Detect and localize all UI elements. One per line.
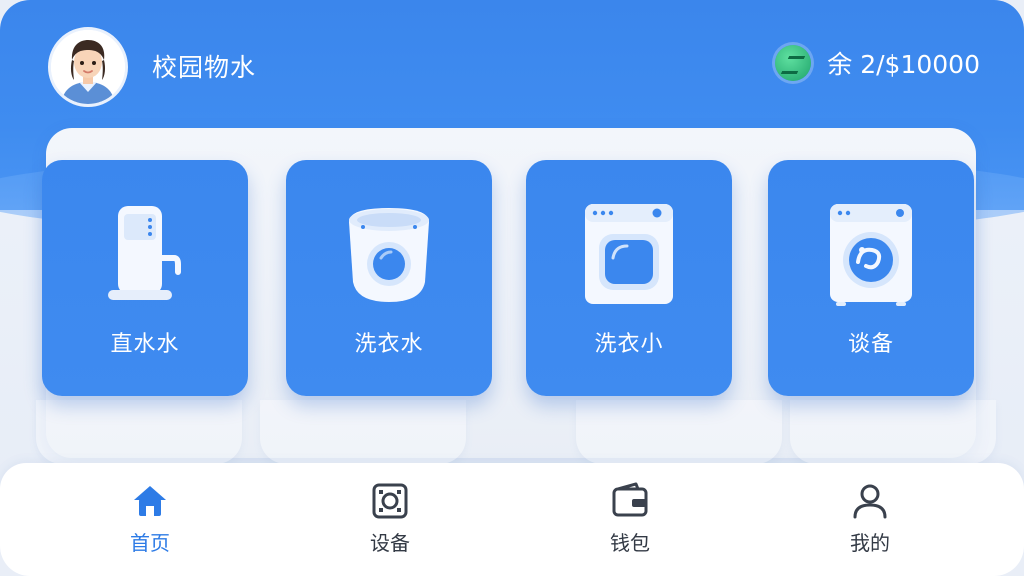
nav-label: 首页 xyxy=(130,531,170,555)
nav-label: 设备 xyxy=(370,531,410,555)
nav-item-device[interactable]: 设备 xyxy=(330,481,450,556)
nav-label: 我的 xyxy=(850,531,890,555)
card-shadow xyxy=(576,400,782,464)
top-load-washer-icon xyxy=(349,208,429,302)
card-shadow xyxy=(36,400,242,464)
bottom-nav: 首页 设备 钱包 我的 xyxy=(0,463,1024,576)
nav-item-home[interactable]: 首页 xyxy=(90,481,210,556)
nav-item-wallet[interactable]: 钱包 xyxy=(570,481,690,556)
water-dispenser-icon xyxy=(108,206,181,300)
dryer-icon xyxy=(830,204,912,306)
nav-label: 钱包 xyxy=(610,531,650,555)
service-card-label: 谈备 xyxy=(847,332,894,357)
service-card-dryer[interactable]: 谈备 xyxy=(768,160,974,396)
service-card-label: 洗衣水 xyxy=(354,332,424,357)
home-icon xyxy=(134,486,166,516)
front-load-washer-icon xyxy=(585,204,673,304)
service-card-washer-top[interactable]: 洗衣水 xyxy=(286,160,492,396)
app-screen: 校园物水 余 2/$10000 直水水 洗衣水 洗衣小 谈备 首页 设备 钱包 … xyxy=(0,0,1024,576)
coin-icon xyxy=(775,45,812,81)
service-card-label: 洗衣小 xyxy=(594,332,664,357)
service-card-washer-front[interactable]: 洗衣小 xyxy=(526,160,732,396)
wallet-icon xyxy=(612,482,648,517)
balance-text: 余 2/$10000 xyxy=(827,50,980,79)
device-icon xyxy=(372,483,408,519)
card-shadow xyxy=(260,400,466,464)
card-shadow xyxy=(790,400,996,464)
service-card-water[interactable]: 直水水 xyxy=(42,160,248,396)
service-card-label: 直水水 xyxy=(110,332,180,357)
nav-item-profile[interactable]: 我的 xyxy=(810,481,930,556)
profile-icon xyxy=(853,484,887,519)
app-title: 校园物水 xyxy=(152,53,257,82)
balance-display[interactable]: 余 2/$10000 xyxy=(775,45,980,81)
avatar[interactable] xyxy=(48,27,128,107)
avatar-icon xyxy=(51,30,125,104)
